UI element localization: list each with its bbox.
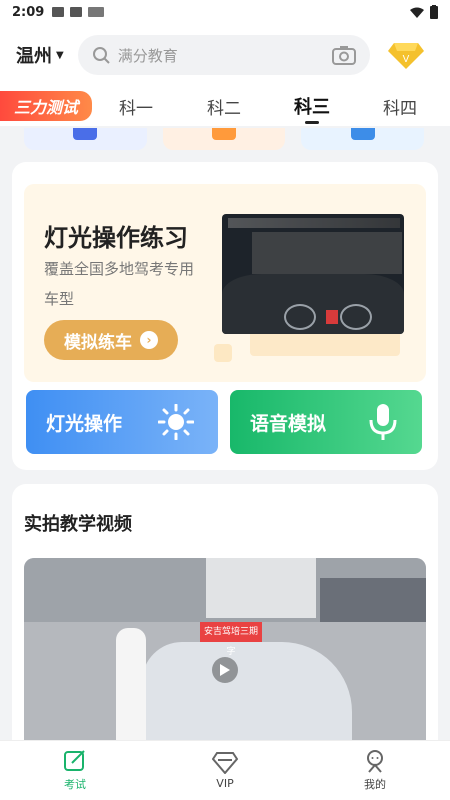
- feature-strip: [24, 128, 425, 150]
- teaching-video-card: 实拍教学视频 安吉驾培三期字: [12, 484, 438, 754]
- search-placeholder: 满分教育: [117, 46, 178, 65]
- feature-card-middle[interactable]: [162, 128, 286, 150]
- voice-simulation-label: 语音模拟: [250, 412, 327, 435]
- simulate-drive-label: 模拟练车: [64, 332, 132, 353]
- tab-subject-2[interactable]: 科二: [180, 94, 268, 119]
- simulate-drive-button[interactable]: 模拟练车 ›: [44, 320, 178, 360]
- status-time: 2:09: [12, 4, 45, 20]
- practice-banner[interactable]: 灯光操作练习 覆盖全国多地驾考专用车型 模拟练车 ›: [24, 184, 426, 382]
- image-icon: [52, 7, 65, 17]
- nav-vip-label: VIP: [216, 776, 234, 790]
- feature-card-right[interactable]: [301, 128, 425, 150]
- gauge-left: [284, 304, 316, 330]
- svg-text:V: V: [402, 54, 409, 65]
- video-instructor: [116, 628, 146, 748]
- subject-tabs: 三力测试 科一 科二 科三 科四: [0, 86, 450, 126]
- status-right: [410, 5, 438, 19]
- video-building: [206, 558, 316, 618]
- chevron-down-icon: ▼: [56, 49, 64, 61]
- practice-subtitle: 覆盖全国多地驾考专用车型: [44, 260, 195, 308]
- diamond-icon: [212, 751, 238, 774]
- light-operation-label: 灯光操作: [46, 412, 123, 435]
- video-icon: [350, 128, 375, 140]
- user-icon: [367, 750, 383, 773]
- folder-icon: [212, 128, 236, 140]
- tab-subject-1[interactable]: 科一: [92, 94, 180, 119]
- city-label: 温州: [16, 46, 52, 67]
- font-icon: [70, 7, 83, 17]
- microphone-icon: [369, 404, 397, 440]
- bookmark-icon: [73, 128, 98, 140]
- nav-mine-label: 我的: [364, 778, 386, 791]
- play-triangle-icon: [220, 664, 230, 676]
- city-selector[interactable]: 温州 ▼: [16, 42, 64, 68]
- nav-exam-label: 考试: [64, 778, 86, 791]
- video-car-roof-sign: 安吉驾培三期字: [200, 622, 262, 657]
- header: 温州 ▼ 满分教育 V: [0, 24, 450, 86]
- warning-light: [326, 310, 338, 324]
- search-bar[interactable]: 满分教育: [77, 35, 370, 75]
- nav-vip[interactable]: VIP: [150, 741, 300, 800]
- bottom-navigation: 考试 VIP 我的: [0, 740, 450, 800]
- video-section-title: 实拍教学视频: [24, 514, 132, 535]
- dashboard: [222, 274, 404, 334]
- notification-icon: [88, 7, 105, 17]
- tab-subject-3[interactable]: 科三: [268, 93, 356, 124]
- wifi-icon: [410, 7, 424, 18]
- vip-diamond-icon[interactable]: V: [387, 41, 424, 69]
- light-practice-card: 灯光操作练习 覆盖全国多地驾考专用车型 模拟练车 › 灯光操作 语音模拟: [12, 162, 438, 470]
- nav-mine[interactable]: 我的: [300, 741, 450, 800]
- sanli-test-tab[interactable]: 三力测试: [0, 91, 92, 121]
- gauge-right: [340, 304, 372, 330]
- play-icon[interactable]: [212, 657, 238, 683]
- practice-title: 灯光操作练习: [44, 224, 188, 252]
- nav-exam[interactable]: 考试: [0, 741, 150, 800]
- video-thumbnail[interactable]: 安吉驾培三期字: [24, 558, 426, 754]
- edit-icon: [64, 750, 85, 771]
- decoration-square: [214, 344, 232, 362]
- camera-icon[interactable]: [331, 45, 356, 65]
- search-icon: [92, 47, 110, 64]
- sun-icon: [158, 404, 194, 440]
- tab-subject-4[interactable]: 科四: [356, 94, 444, 119]
- feature-card-left[interactable]: [24, 128, 147, 150]
- voice-simulation-button[interactable]: 语音模拟: [230, 390, 422, 454]
- instruction-text-line: [228, 218, 400, 228]
- battery-icon: [430, 5, 438, 19]
- arrow-right-icon: ›: [140, 331, 158, 349]
- dashboard-screenshot: [222, 214, 404, 334]
- status-bar: 2:09: [0, 0, 450, 24]
- video-car: [142, 642, 352, 754]
- light-operation-button[interactable]: 灯光操作: [26, 390, 218, 454]
- road-view: [252, 232, 402, 274]
